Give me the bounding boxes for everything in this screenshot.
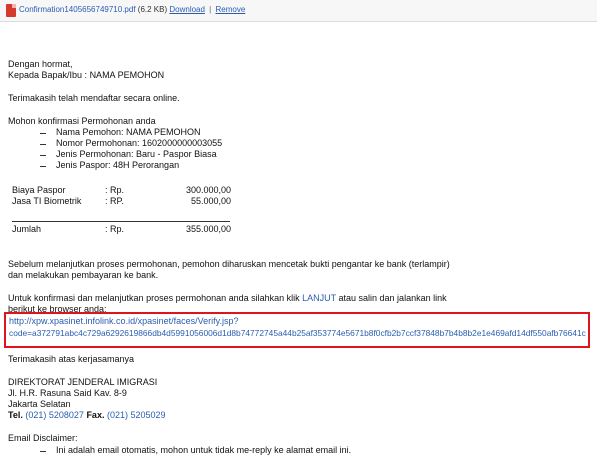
attachment-size: (6.2 KB): [137, 5, 168, 14]
signature-address: Jl. H.R. Rasuna Said Kav. 8-9: [8, 388, 127, 398]
download-link[interactable]: Download: [169, 5, 205, 14]
remove-link[interactable]: Remove: [215, 5, 245, 14]
attachment-bar: Confirmation1405656749710.pdf (6.2 KB) D…: [0, 0, 597, 22]
instruction-line: Sebelum melanjutkan proses permohonan, p…: [8, 259, 450, 269]
signature-org: DIREKTORAT JENDERAL IMIGRASI: [8, 377, 158, 387]
detail-item: Jenis Paspor: 48H Perorangan: [56, 160, 180, 170]
verify-url-highlight: http://xpw.xpasinet.infolink.co.id/xpasi…: [4, 312, 590, 348]
fee-label: Biaya Paspor: [12, 185, 66, 195]
total-divider: [12, 221, 230, 222]
confirm-instruction: Untuk konfirmasi dan melanjutkan proses …: [8, 293, 447, 303]
bullet-dash: [40, 451, 46, 452]
attachment-filename[interactable]: Confirmation1405656749710.pdf: [19, 5, 136, 14]
disclaimer-title: Email Disclaimer:: [8, 433, 78, 443]
total-label: Jumlah: [12, 224, 42, 234]
detail-item: Nama Pemohon: NAMA PEMOHON: [56, 127, 201, 137]
pdf-file-icon: [6, 4, 16, 17]
thanks-online: Terimakasih telah mendaftar secara onlin…: [8, 93, 180, 103]
bullet-dash: [40, 133, 46, 134]
link-separator: |: [209, 5, 212, 14]
confirm-intro: Mohon konfirmasi Permohonan anda: [8, 116, 156, 126]
total-amount: 355.000,00: [185, 224, 231, 234]
verify-url-code[interactable]: code=a372791abc4c729a6292619866db4d59910…: [9, 328, 586, 339]
detail-item: Jenis Permohonan: Baru - Paspor Biasa: [56, 149, 217, 159]
fee-amount: 300.000,00: [185, 185, 231, 195]
fee-currency: : RP.: [105, 196, 124, 206]
fee-currency: : Rp.: [105, 185, 125, 195]
bullet-dash: [40, 155, 46, 156]
bullet-dash: [40, 166, 46, 167]
total-currency: : Rp.: [105, 224, 125, 234]
thanks-cooperation: Terimakasih atas kerjasamanya: [8, 354, 135, 364]
fee-label: Jasa TI Biometrik: [12, 196, 82, 206]
fee-amount: 55.000,00: [190, 196, 231, 206]
recipient: Kepada Bapak/Ibu : NAMA PEMOHON: [8, 70, 165, 80]
disclaimer-item: Ini adalah email otomatis, mohon untuk t…: [56, 445, 352, 455]
bullet-dash: [40, 144, 46, 145]
signature-city: Jakarta Selatan: [8, 399, 71, 409]
verify-url[interactable]: http://xpw.xpasinet.infolink.co.id/xpasi…: [9, 316, 238, 327]
tel-number[interactable]: (021) 5208027: [25, 410, 84, 420]
fax-number[interactable]: (021) 5205029: [107, 410, 166, 420]
lanjut-link[interactable]: LANJUT: [302, 293, 336, 303]
detail-item: Nomor Permohonan: 1602000000003055: [56, 138, 223, 148]
instruction-line: dan melakukan pembayaran ke bank.: [8, 270, 159, 280]
attachment-info: Confirmation1405656749710.pdf (6.2 KB) D…: [19, 5, 245, 14]
greeting: Dengan hormat,: [8, 59, 73, 69]
signature-contact: Tel. (021) 5208027 Fax. (021) 5205029: [8, 410, 166, 420]
